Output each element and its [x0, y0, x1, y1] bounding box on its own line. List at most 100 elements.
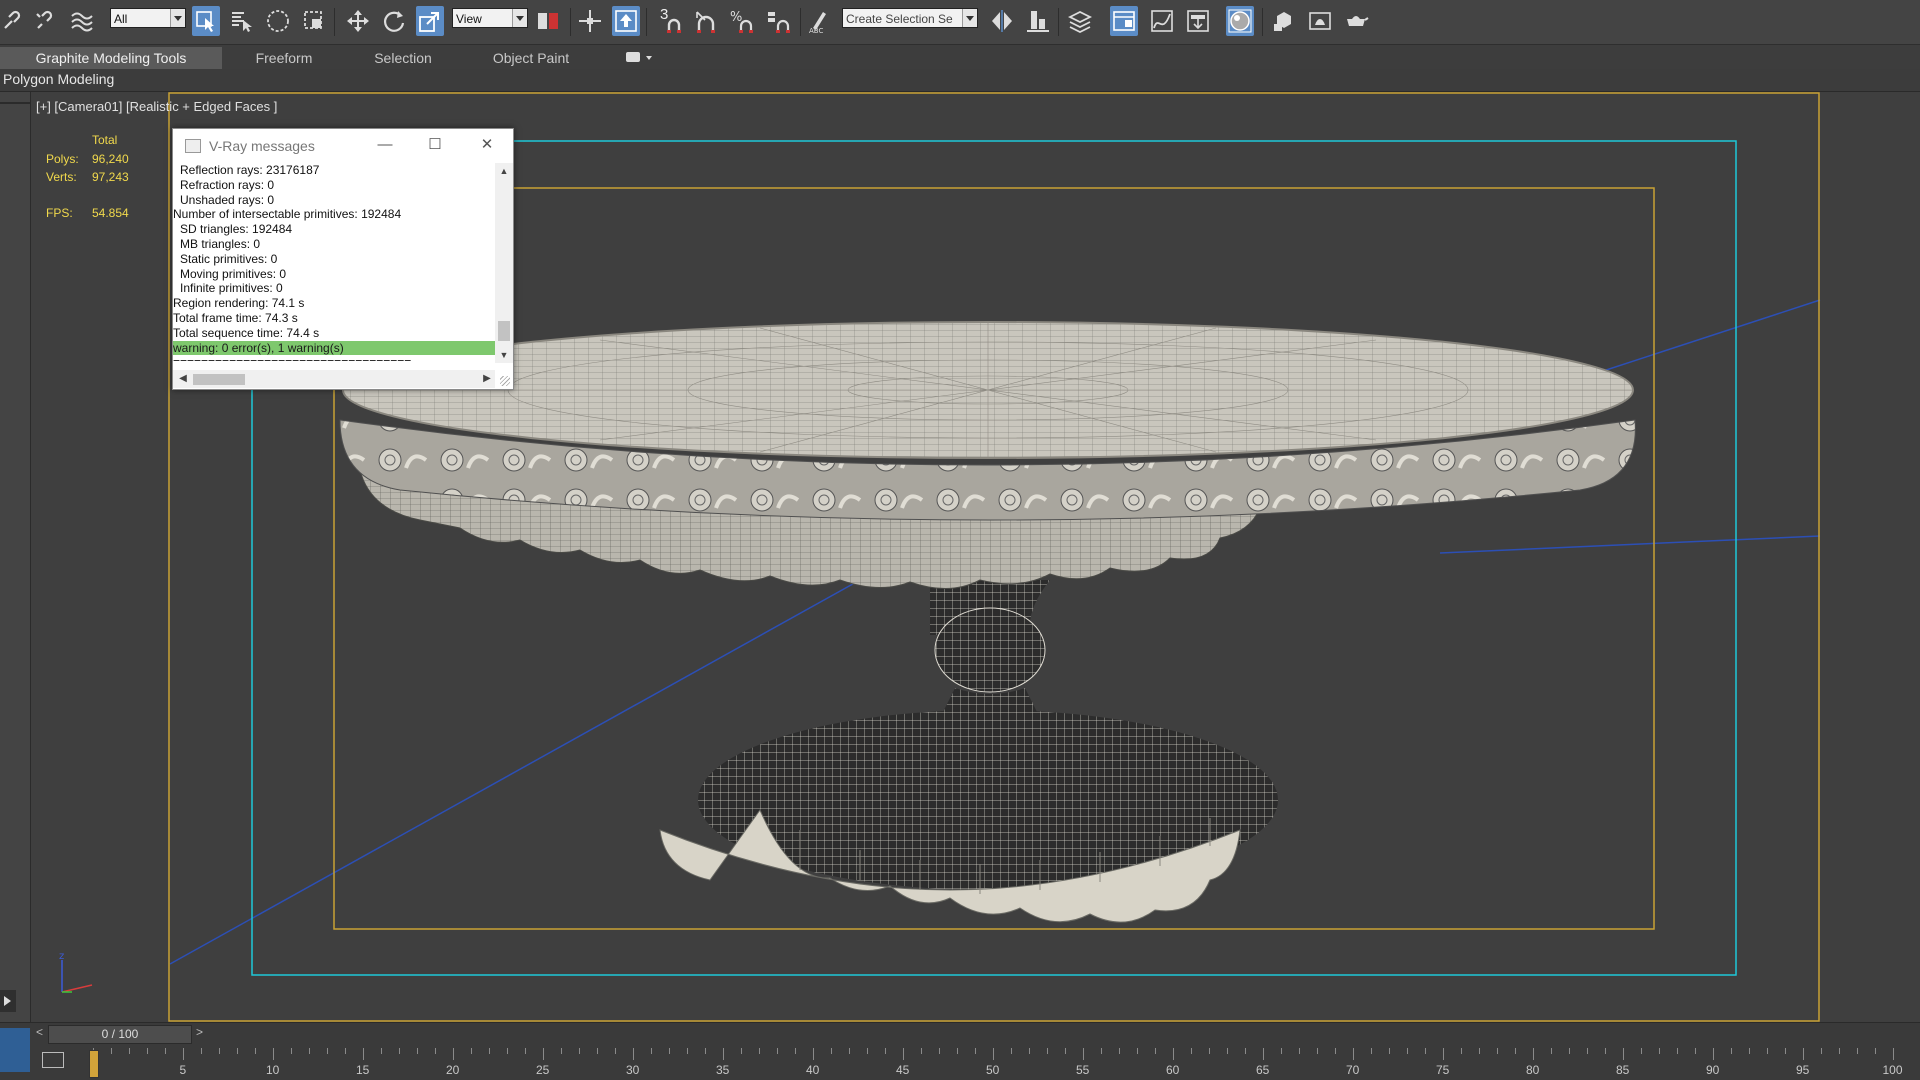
time-slider-row [0, 1022, 1920, 1045]
dialog-title-bar[interactable]: V-Ray messages — ☐ ✕ [173, 129, 513, 161]
message-line: Number of intersectable primitives: 1924… [173, 207, 402, 222]
message-line: SD triangles: 192484 [180, 222, 293, 237]
table-base [659, 710, 1278, 923]
scroll-down-icon[interactable]: ▼ [495, 347, 513, 363]
ruler-tick [885, 1048, 886, 1054]
svg-text:z: z [59, 951, 64, 962]
ruler-tick [1605, 1048, 1606, 1054]
ruler-tick [1641, 1048, 1642, 1054]
message-line: Moving primitives: 0 [180, 266, 287, 281]
ruler-tick [1425, 1048, 1426, 1054]
ruler-tick [633, 1048, 634, 1060]
resize-grip-icon[interactable] [500, 376, 510, 386]
ruler-tick [561, 1048, 562, 1054]
ruler-tick [1695, 1048, 1696, 1054]
time-slider[interactable]: 0 / 100 [48, 1025, 192, 1044]
ruler-tick [831, 1048, 832, 1054]
ruler-tick [1317, 1048, 1318, 1054]
ruler-label: 95 [1796, 1063, 1810, 1077]
vray-messages-window[interactable]: V-Ray messages — ☐ ✕ Reflection rays: 23… [172, 128, 514, 390]
time-cursor[interactable] [89, 1050, 99, 1078]
ruler-tick [579, 1048, 580, 1054]
ruler-tick [1119, 1048, 1120, 1054]
ruler-tick [1407, 1048, 1408, 1054]
ruler-tick [363, 1048, 364, 1060]
scroll-right-icon[interactable]: ▶ [479, 370, 495, 388]
message-line: Static primitives: 0 [180, 251, 278, 266]
ruler-tick [1803, 1048, 1804, 1060]
ruler-tick [957, 1048, 958, 1054]
ruler-label: 100 [1882, 1063, 1903, 1077]
axis-tripod-icon: z [59, 951, 93, 993]
message-log[interactable]: Reflection rays: 23176187 Refraction rays… [173, 163, 495, 363]
ruler-label: 80 [1526, 1063, 1540, 1077]
vertical-scrollbar[interactable]: ▲ ▼ [495, 163, 513, 363]
message-line: Refraction rays: 0 [180, 177, 275, 192]
ruler-tick [111, 1048, 112, 1054]
ruler-tick [903, 1048, 904, 1060]
ruler-tick [1029, 1048, 1030, 1054]
ruler-tick [1623, 1048, 1624, 1060]
message-line: MB triangles: 0 [180, 236, 261, 251]
message-line: Total frame time: 74.3 s [173, 310, 298, 325]
ruler-tick [615, 1048, 616, 1054]
horizontal-scrollbar[interactable]: ◀ ▶ [173, 370, 495, 388]
ruler-tick [795, 1048, 796, 1054]
ruler-tick [273, 1048, 274, 1060]
ruler-tick [417, 1048, 418, 1054]
ruler-tick [1335, 1048, 1336, 1054]
ruler-tick [669, 1048, 670, 1054]
ruler-tick [291, 1048, 292, 1054]
ruler-tick [1569, 1048, 1570, 1054]
ruler-tick [1371, 1048, 1372, 1054]
message-line: Unshaded rays: 0 [180, 192, 275, 207]
ruler-tick [309, 1048, 310, 1054]
ruler-tick [1767, 1048, 1768, 1054]
stats-polys-label: Polys: [46, 152, 79, 166]
ruler-tick [237, 1048, 238, 1054]
ruler-tick [1497, 1048, 1498, 1054]
message-line: ================================== [173, 355, 412, 363]
ruler-tick [651, 1048, 652, 1054]
ruler-tick [867, 1048, 868, 1054]
ruler-tick [1533, 1048, 1534, 1060]
stats-fps-value: 54.854 [92, 206, 129, 220]
ruler-tick [759, 1048, 760, 1054]
message-line: Region rendering: 74.1 s [173, 296, 305, 311]
stats-fps-label: FPS: [46, 206, 73, 220]
scroll-thumb[interactable] [498, 321, 510, 341]
ruler-tick [723, 1048, 724, 1060]
ruler-label: 35 [716, 1063, 730, 1077]
ruler-tick [471, 1048, 472, 1054]
ruler-tick [1443, 1048, 1444, 1060]
ruler-tick [921, 1048, 922, 1054]
ruler-tick [543, 1048, 544, 1060]
ruler-tick [1839, 1048, 1840, 1054]
ruler-label: 60 [1166, 1063, 1180, 1077]
ruler-tick [1731, 1048, 1732, 1054]
scroll-thumb[interactable] [193, 374, 245, 385]
ruler-tick [1353, 1048, 1354, 1060]
scroll-up-icon[interactable]: ▲ [495, 163, 513, 179]
ruler-tick [399, 1048, 400, 1054]
ruler-tick [219, 1048, 220, 1054]
close-icon[interactable]: ✕ [475, 135, 499, 155]
mini-curve-editor-toggle[interactable] [0, 1028, 30, 1072]
ruler-label: 20 [446, 1063, 460, 1077]
maximize-icon[interactable]: ☐ [423, 135, 447, 155]
prev-frame-button[interactable]: < [36, 1025, 43, 1039]
ruler-label: 55 [1076, 1063, 1090, 1077]
ruler-tick [1551, 1048, 1552, 1054]
next-frame-button[interactable]: > [196, 1025, 203, 1039]
ruler-tick [1299, 1048, 1300, 1054]
viewport-label-menu[interactable]: [+] [Camera01] [Realistic + Edged Faces … [36, 99, 277, 114]
ruler-tick [1875, 1048, 1876, 1054]
track-bar-ruler[interactable]: 5 10 15 20 25 30 35 40 45 50 55 60 65 70 75 80 85 90 95 100 [88, 1044, 1920, 1080]
ruler-tick [147, 1048, 148, 1054]
minimize-icon[interactable]: — [373, 135, 397, 155]
key-filters-icon[interactable] [42, 1052, 64, 1068]
scroll-left-icon[interactable]: ◀ [175, 370, 191, 388]
ruler-label: 15 [356, 1063, 370, 1077]
ruler-tick [1479, 1048, 1480, 1054]
message-line: Reflection rays: 23176187 [180, 163, 320, 177]
